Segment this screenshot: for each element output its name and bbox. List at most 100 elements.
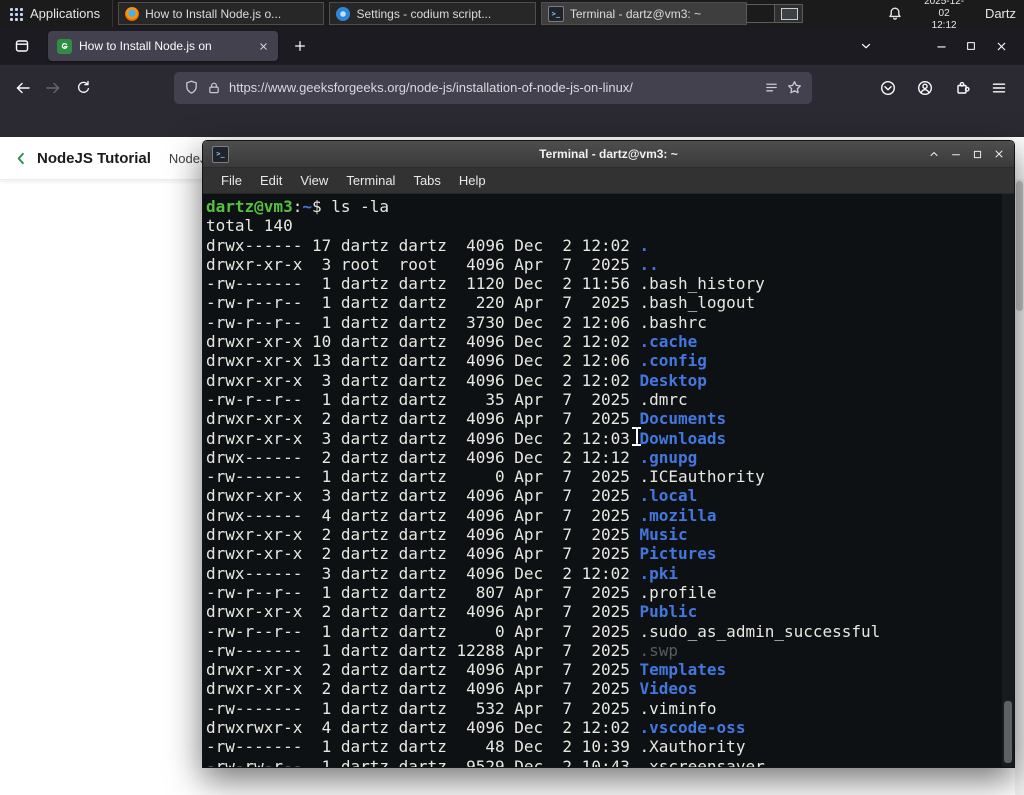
firefox-view-icon[interactable] <box>8 32 36 60</box>
terminal-prompt-line: dartz@vm3:~$ ls -la <box>206 197 1014 216</box>
tab-close-icon[interactable] <box>258 41 269 52</box>
file-entry: -rw-r--r-- 1 dartz dartz 220 Apr 7 2025 … <box>206 293 1014 312</box>
file-entry: -rw-rw-r-- 1 dartz dartz 9529 Dec 2 10:4… <box>206 757 1014 767</box>
file-name: .xscreensaver <box>639 756 765 767</box>
bookmark-star-icon[interactable] <box>787 80 802 95</box>
terminal-close-icon[interactable] <box>993 148 1005 160</box>
file-meta: drwxr-xr-x 2 dartz dartz 4096 Apr 7 2025 <box>206 660 640 680</box>
terminal-command: ls -la <box>331 197 390 216</box>
terminal-window-title: Terminal - dartz@vm3: ~ <box>539 147 678 161</box>
terminal-minimize-icon[interactable] <box>950 148 962 160</box>
file-meta: -rw-r--r-- 1 dartz dartz 0 Apr 7 2025 <box>206 621 640 641</box>
prompt-user-host: dartz@vm3 <box>206 197 293 216</box>
terminal-titlebar[interactable]: Terminal - dartz@vm3: ~ <box>203 141 1014 168</box>
taskbar-item-terminal[interactable]: Terminal - dartz@vm3: ~ <box>540 2 748 25</box>
window-maximize-button[interactable] <box>956 32 986 60</box>
file-meta: -rw-r--r-- 1 dartz dartz 807 Apr 7 2025 <box>206 582 640 602</box>
codium-icon <box>336 6 351 21</box>
file-name: .bashrc <box>639 312 707 332</box>
pocket-icon[interactable] <box>873 73 903 103</box>
terminal-shade-icon[interactable] <box>928 148 940 160</box>
dir-name: Pictures <box>639 544 717 564</box>
top-panel: Applications How to Install Node.js o...… <box>0 0 1024 31</box>
menu-help[interactable]: Help <box>450 173 495 188</box>
file-entry: -rw-r--r-- 1 dartz dartz 0 Apr 7 2025 .s… <box>206 622 1014 641</box>
file-name: .bash_history <box>639 274 765 294</box>
extensions-icon[interactable] <box>947 73 977 103</box>
file-entry: drwxr-xr-x 13 dartz dartz 4096 Dec 2 12:… <box>206 351 1014 370</box>
subnav-prev-icon[interactable] <box>14 151 29 166</box>
panel-clock[interactable]: 2025-12-02 12:12 <box>919 0 969 32</box>
forward-icon[interactable] <box>38 73 68 103</box>
window-close-button[interactable] <box>986 32 1016 60</box>
window-minimize-button[interactable] <box>926 32 956 60</box>
file-meta: drwxr-xr-x 3 root root 4096 Apr 7 2025 <box>206 254 640 274</box>
dir-name: Public <box>639 602 698 622</box>
file-entry: -rw-r--r-- 1 dartz dartz 3730 Dec 2 12:0… <box>206 313 1014 332</box>
menu-view[interactable]: View <box>291 173 337 188</box>
permissions-shield-icon[interactable] <box>184 80 199 95</box>
file-name: .ICEauthority <box>639 467 765 487</box>
reload-icon[interactable] <box>68 73 98 103</box>
account-icon[interactable] <box>910 73 940 103</box>
page-scrollbar[interactable] <box>1015 179 1024 795</box>
list-all-tabs-icon[interactable] <box>852 32 880 60</box>
terminal-menubar: File Edit View Terminal Tabs Help <box>203 168 1014 194</box>
file-entry: drwxr-xr-x 3 dartz dartz 4096 Dec 2 12:0… <box>206 371 1014 390</box>
terminal-maximize-icon[interactable] <box>972 149 983 160</box>
taskbar-item-browser[interactable]: How to Install Node.js o... <box>118 2 325 25</box>
file-meta: drwx------ 4 dartz dartz 4096 Apr 7 2025 <box>206 505 640 525</box>
file-meta: drwx------ 17 dartz dartz 4096 Dec 2 12:… <box>206 235 640 255</box>
dir-name: .cache <box>639 332 698 352</box>
menu-edit[interactable]: Edit <box>251 173 291 188</box>
terminal-icon <box>547 5 564 22</box>
terminal-window-icon <box>212 145 229 163</box>
terminal-scrollbar-thumb[interactable] <box>1004 701 1012 763</box>
file-meta: -rw-rw-r-- 1 dartz dartz 9529 Dec 2 10:4… <box>206 756 640 767</box>
file-entry: drwx------ 4 dartz dartz 4096 Apr 7 2025… <box>206 506 1014 525</box>
panel-user-label: Dartz <box>984 6 1016 21</box>
taskbar-item-settings[interactable]: Settings - codium script... <box>329 2 536 25</box>
file-name: .swp <box>639 640 679 660</box>
menu-hamburger-icon[interactable] <box>984 73 1014 103</box>
browser-tab[interactable]: How to Install Node.js on <box>48 31 278 61</box>
file-meta: -rw-r--r-- 1 dartz dartz 220 Apr 7 2025 <box>206 293 640 313</box>
menu-terminal[interactable]: Terminal <box>337 173 404 188</box>
notifications-bell-icon[interactable] <box>887 6 903 22</box>
workspace-2[interactable] <box>774 4 804 23</box>
applications-icon <box>8 6 23 21</box>
file-meta: drwxr-xr-x 2 dartz dartz 4096 Apr 7 2025 <box>206 679 640 699</box>
file-meta: -rw-r--r-- 1 dartz dartz 35 Apr 7 2025 <box>206 389 640 409</box>
file-meta: drwxr-xr-x 13 dartz dartz 4096 Dec 2 12:… <box>206 351 640 371</box>
url-bar[interactable]: https://www.geeksforgeeks.org/node-js/in… <box>174 71 812 104</box>
terminal-scrollbar[interactable] <box>1002 194 1014 767</box>
back-icon[interactable] <box>8 73 38 103</box>
prompt-symbol: $ <box>311 197 322 216</box>
file-entry: drwxr-xr-x 2 dartz dartz 4096 Apr 7 2025… <box>206 679 1014 698</box>
file-meta: drwxr-xr-x 10 dartz dartz 4096 Dec 2 12:… <box>206 332 640 352</box>
dir-name: .mozilla <box>639 505 717 525</box>
new-tab-button[interactable] <box>286 32 314 60</box>
terminal-output: dartz@vm3:~$ ls -la total 140 drwx------ … <box>206 197 1014 767</box>
menu-file[interactable]: File <box>212 173 251 188</box>
file-name: .dmrc <box>639 389 688 409</box>
menu-tabs[interactable]: Tabs <box>404 173 449 188</box>
file-entry: drwxr-xr-x 2 dartz dartz 4096 Apr 7 2025… <box>206 409 1014 428</box>
applications-menu-button[interactable]: Applications <box>0 0 114 27</box>
workspace-switcher <box>746 4 804 23</box>
workspace-1[interactable] <box>746 4 776 23</box>
dir-name: . <box>639 235 650 255</box>
file-name: .profile <box>639 582 717 602</box>
page-scrollbar-thumb[interactable] <box>1016 181 1023 311</box>
file-entry: drwxr-xr-x 2 dartz dartz 4096 Apr 7 2025… <box>206 660 1014 679</box>
file-entry: drwxr-xr-x 2 dartz dartz 4096 Apr 7 2025… <box>206 602 1014 621</box>
file-name: .Xauthority <box>639 737 746 757</box>
terminal-content[interactable]: dartz@vm3:~$ ls -la total 140 drwx------ … <box>203 194 1014 767</box>
subnav-title-link[interactable]: NodeJS Tutorial <box>37 150 151 167</box>
reader-view-icon[interactable] <box>764 80 779 95</box>
file-meta: drwxr-xr-x 2 dartz dartz 4096 Apr 7 2025 <box>206 409 640 429</box>
applications-label: Applications <box>30 6 101 21</box>
url-text: https://www.geeksforgeeks.org/node-js/in… <box>229 80 633 95</box>
dir-name: Documents <box>639 409 727 429</box>
lock-icon[interactable] <box>207 81 221 95</box>
